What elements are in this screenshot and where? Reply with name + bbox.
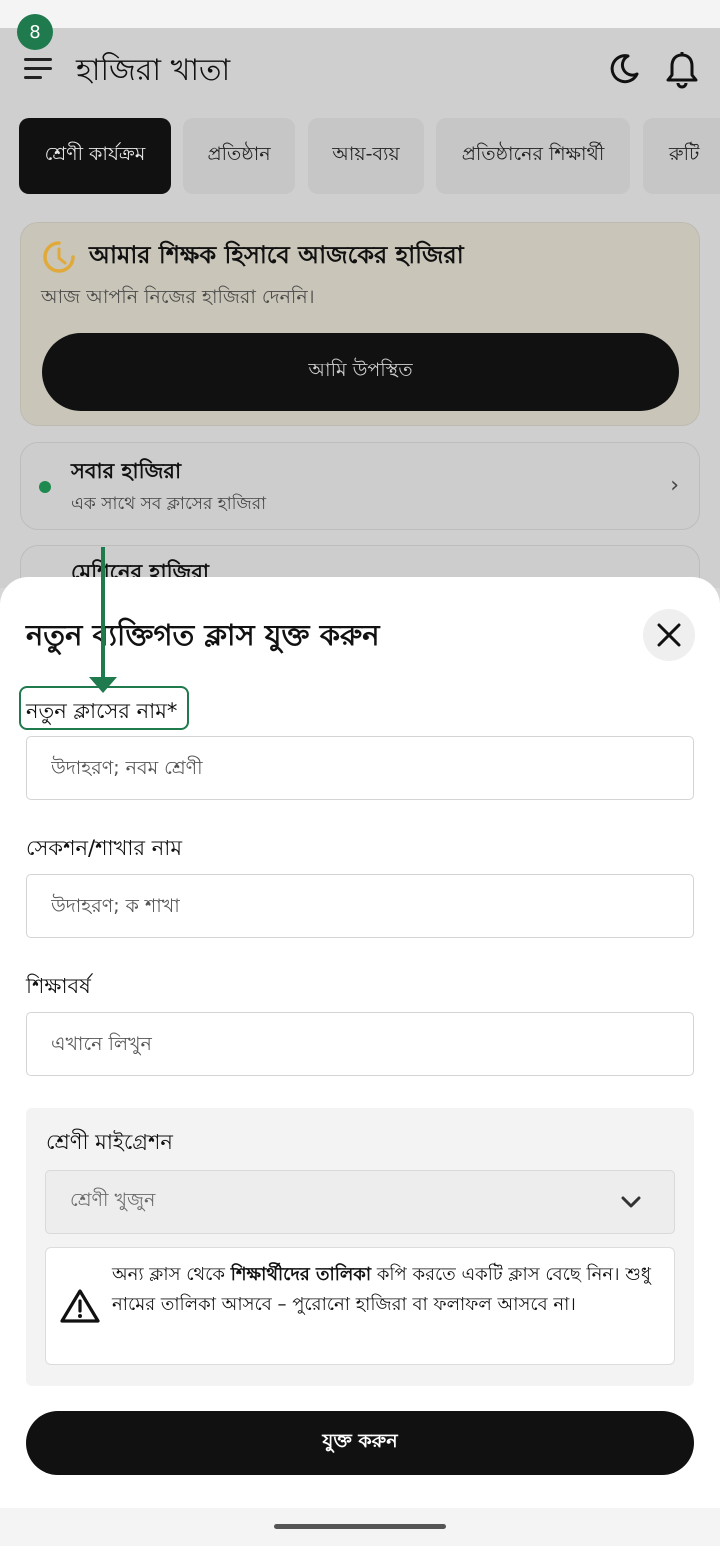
step-badge: 8 [17,14,53,50]
tab-class-activities[interactable]: শ্রেণী কার্যক্রম [19,118,171,194]
mark-present-button[interactable]: আমি উপস্থিত [42,333,679,411]
select-placeholder: শ্রেণী খুজুন [70,1189,156,1211]
chevron-down-icon [621,1196,641,1208]
chevron-right-icon: › [670,473,679,498]
status-bar [0,0,720,28]
moon-icon[interactable] [606,50,642,86]
class-name-input[interactable] [26,736,694,800]
warning-icon [60,1289,100,1323]
migration-warning: অন্য ক্লাস থেকে শিক্ষার্থীদের তালিকা কপি… [45,1247,675,1365]
academic-year-input[interactable] [26,1012,694,1076]
attendance-card-title: আমার শিক্ষক হিসাবে আজকের হাজিরা [89,241,464,269]
migration-label: শ্রেণী মাইগ্রেশন [46,1130,173,1154]
close-button[interactable] [643,609,695,661]
home-gesture-handle[interactable] [274,1524,446,1529]
attendance-card-subtitle: আজ আপনি নিজের হাজিরা দেননি। [41,286,315,308]
warning-bold-text: শিক্ষার্থীদের তালিকা [230,1264,372,1285]
category-tabs: শ্রেণী কার্যক্রম প্রতিষ্ঠান আয়-ব্যয় প্… [19,118,720,194]
all-attendance-subtitle: এক সাথে সব ক্লাসের হাজিরা [71,494,266,514]
navigation-bar [0,1508,720,1546]
bell-icon[interactable] [664,50,700,90]
add-class-submit-button[interactable]: যুক্ত করুন [26,1411,694,1475]
class-name-label: নতুন ক্লাসের নাম* [26,699,178,723]
tab-institution[interactable]: প্রতিষ্ঠান [183,118,295,194]
app-title: হাজিরা খাতা [76,53,231,88]
close-icon [657,623,681,647]
warning-text: অন্য ক্লাস থেকে শিক্ষার্থীদের তালিকা কপি… [112,1264,651,1315]
add-class-bottom-sheet: নতুন ব্যক্তিগত ক্লাস যুক্ত করুন নতুন ক্ল… [0,577,720,1546]
tab-routine[interactable]: রুটি [643,118,720,194]
sheet-title: নতুন ব্যক্তিগত ক্লাস যুক্ত করুন [26,618,380,652]
academic-year-label: শিক্ষাবর্ষ [26,974,91,998]
tab-institution-students[interactable]: প্রতিষ্ঠানের শিক্ষার্থী [436,118,630,194]
all-attendance-title: সবার হাজিরা [71,459,182,483]
class-search-select[interactable]: শ্রেণী খুজুন [45,1170,675,1234]
class-migration-section: শ্রেণী মাইগ্রেশন শ্রেণী খুজুন অন্য ক্লাস… [26,1108,694,1386]
status-dot [39,481,51,493]
clock-icon [43,241,75,273]
all-attendance-item[interactable]: সবার হাজিরা এক সাথে সব ক্লাসের হাজিরা › [20,442,700,530]
section-name-input[interactable] [26,874,694,938]
menu-icon[interactable] [24,56,54,80]
teacher-attendance-card: আমার শিক্ষক হিসাবে আজকের হাজিরা আজ আপনি … [20,222,700,426]
tab-income-expense[interactable]: আয়-ব্যয় [308,118,424,194]
section-name-label: সেকশন/শাখার নাম [26,836,183,860]
